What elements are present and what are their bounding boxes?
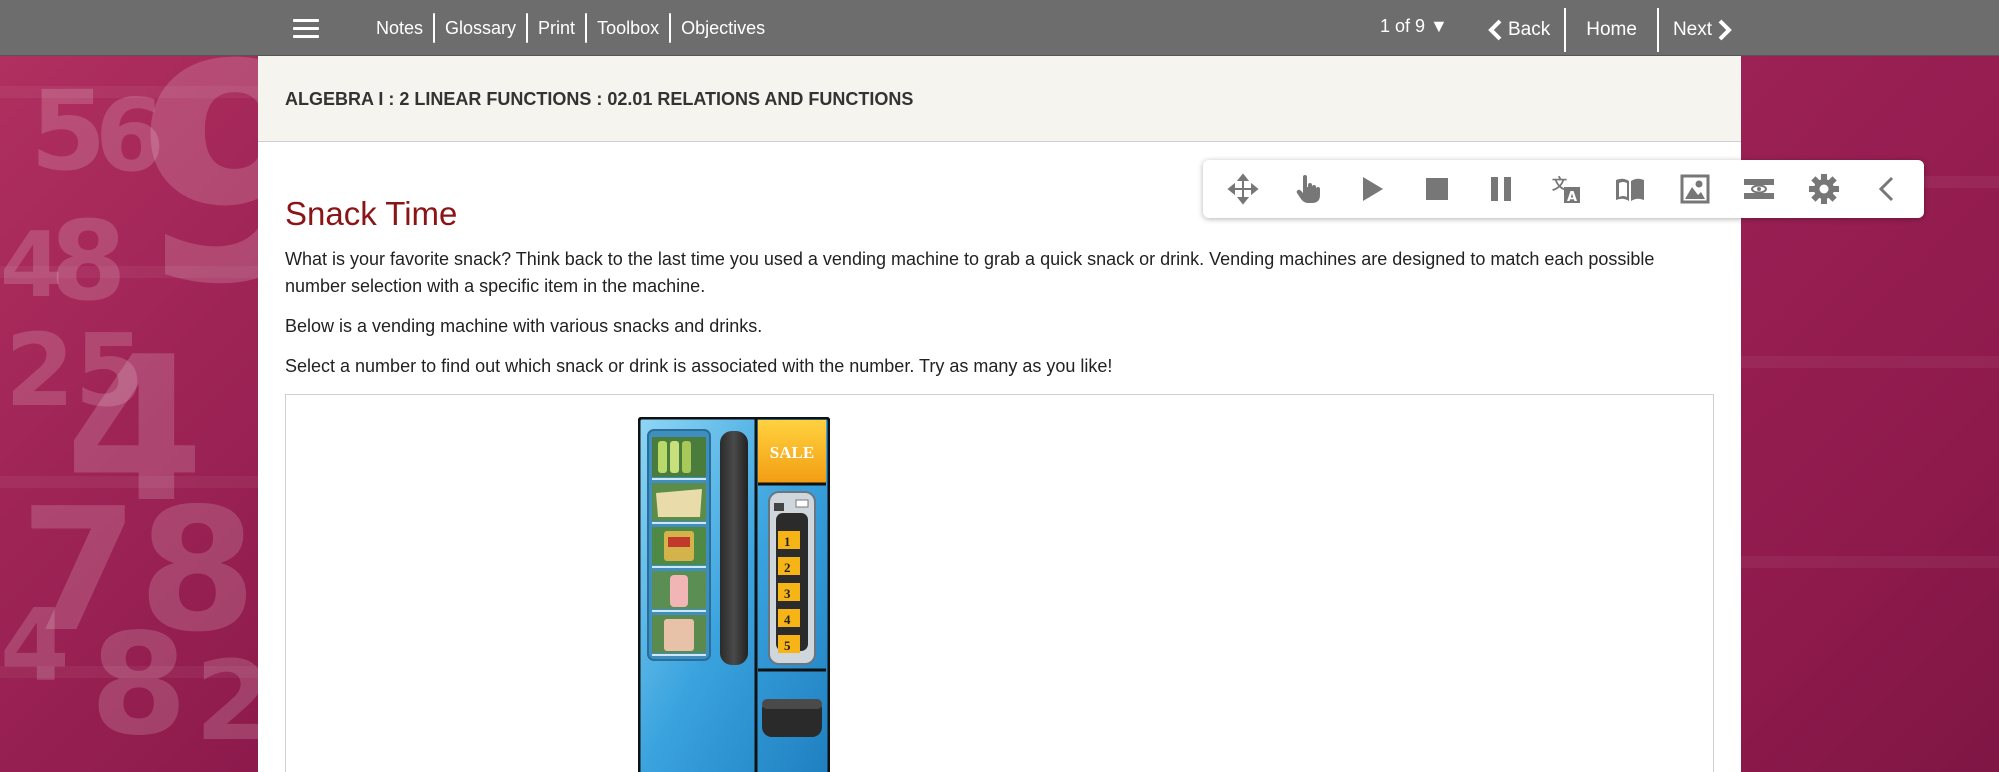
settings-gear-icon[interactable] bbox=[1807, 172, 1841, 206]
breadcrumb-bar: ALGEBRA I : 2 LINEAR FUNCTIONS : 02.01 R… bbox=[258, 56, 1741, 142]
pause-icon[interactable] bbox=[1484, 172, 1518, 206]
page-navigation: Back Home Next bbox=[1474, 8, 1746, 52]
back-button-label: Back bbox=[1508, 19, 1551, 40]
translate-icon[interactable]: 文A bbox=[1549, 172, 1583, 206]
keypad-button-1-label: 1 bbox=[784, 534, 791, 549]
page-selector-dropdown[interactable]: 1 of 9 ▼ bbox=[1380, 16, 1448, 37]
keypad-button-2-label: 2 bbox=[784, 560, 791, 575]
intro-paragraph: What is your favorite snack? Think back … bbox=[285, 249, 1655, 296]
next-button-label: Next bbox=[1672, 19, 1713, 40]
play-icon[interactable] bbox=[1355, 172, 1389, 206]
hand-pointer-icon[interactable] bbox=[1291, 172, 1325, 206]
print-link[interactable]: Print bbox=[528, 18, 585, 39]
sale-sign-label: SALE bbox=[770, 443, 814, 462]
instruction-paragraph: Select a number to find out which snack … bbox=[285, 356, 1113, 376]
snack-item-5 bbox=[652, 615, 706, 653]
description-paragraph: Below is a vending machine with various … bbox=[285, 316, 763, 336]
snack-item-3 bbox=[652, 527, 706, 565]
stop-icon[interactable] bbox=[1420, 172, 1454, 206]
next-button[interactable]: Next bbox=[1659, 19, 1746, 41]
interactive-activity-frame: SALE 1 2 3 4 5 bbox=[285, 394, 1714, 772]
collapse-chevron-icon[interactable] bbox=[1871, 172, 1905, 206]
chevron-left-icon bbox=[1488, 19, 1502, 41]
move-icon[interactable] bbox=[1226, 172, 1260, 206]
breadcrumb: ALGEBRA I : 2 LINEAR FUNCTIONS : 02.01 R… bbox=[285, 89, 914, 109]
keypad-button-3-label: 3 bbox=[784, 586, 791, 601]
dictionary-icon[interactable] bbox=[1613, 172, 1647, 206]
snack-item-4 bbox=[652, 571, 706, 609]
background-decoration-left: 5 6 9 4 8 25 4 78 4 8 2 bbox=[0, 56, 258, 772]
page-title: Snack Time bbox=[285, 195, 458, 232]
svg-text:A: A bbox=[1567, 190, 1577, 205]
lesson-nav-links: Notes Glossary Print Toolbox Objectives bbox=[366, 12, 775, 44]
objectives-link[interactable]: Objectives bbox=[671, 18, 775, 39]
keypad-button-4-label: 4 bbox=[784, 612, 791, 627]
home-button[interactable]: Home bbox=[1566, 19, 1657, 41]
hamburger-menu-icon[interactable] bbox=[293, 19, 319, 41]
picture-icon[interactable] bbox=[1678, 172, 1712, 206]
back-button[interactable]: Back bbox=[1474, 19, 1564, 41]
snack-item-2 bbox=[652, 483, 706, 521]
reading-toolbar: 文A bbox=[1203, 160, 1924, 218]
notes-link[interactable]: Notes bbox=[366, 18, 433, 39]
glossary-link[interactable]: Glossary bbox=[435, 18, 526, 39]
home-button-label: Home bbox=[1586, 19, 1637, 40]
keypad-button-5-label: 5 bbox=[784, 638, 791, 653]
chevron-right-icon bbox=[1718, 19, 1732, 41]
top-navigation-bar: Notes Glossary Print Toolbox Objectives … bbox=[0, 0, 1999, 56]
vending-machine-image[interactable]: SALE 1 2 3 4 5 bbox=[638, 417, 830, 772]
toolbox-link[interactable]: Toolbox bbox=[587, 18, 669, 39]
screen-mask-icon[interactable] bbox=[1742, 172, 1776, 206]
snack-item-1 bbox=[652, 437, 706, 477]
